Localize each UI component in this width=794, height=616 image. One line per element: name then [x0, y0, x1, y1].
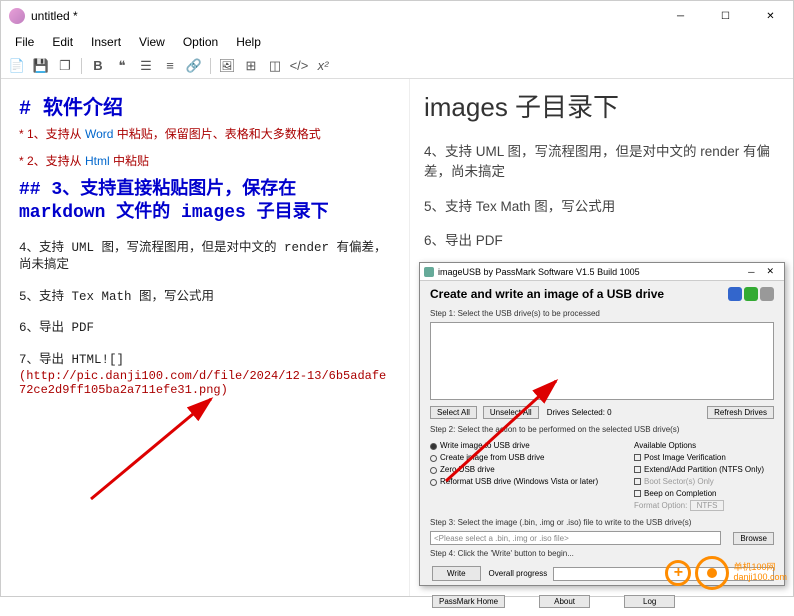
- editor-p5: 5、支持 Tex Math 图，写公式用: [19, 289, 391, 307]
- watermark-text-bottom: danji100.com: [733, 573, 787, 583]
- format-option: Format Option: NTFS: [634, 500, 774, 512]
- menu-file[interactable]: File: [7, 33, 42, 51]
- menu-view[interactable]: View: [131, 33, 173, 51]
- radio-zero[interactable]: Zero USB drive: [430, 464, 626, 476]
- close-button[interactable]: ✕: [748, 1, 793, 31]
- available-options-label: Available Options: [634, 440, 774, 452]
- overall-progress-label: Overall progress: [489, 569, 548, 578]
- arrow-left: [81, 389, 231, 509]
- step3-label: Step 3: Select the image (.bin, .img or …: [420, 516, 784, 529]
- editor-p7: 7、导出 HTML![]: [19, 352, 391, 370]
- window-title: untitled *: [31, 9, 78, 23]
- dialog-title: imageUSB by PassMark Software V1.5 Build…: [438, 267, 640, 277]
- usb-icon: [728, 287, 742, 301]
- editor-link: (http://pic.danji100.com/d/file/2024/12-…: [19, 369, 391, 397]
- radio-create[interactable]: Create image from USB drive: [430, 452, 626, 464]
- imageusb-dialog: imageUSB by PassMark Software V1.5 Build…: [419, 262, 785, 586]
- menu-insert[interactable]: Insert: [83, 33, 129, 51]
- image-icon[interactable]: 🖼: [217, 56, 237, 76]
- code-icon[interactable]: </>: [289, 56, 309, 76]
- editor-line1: * 1、支持从 Word 中粘贴，保留图片、表格和大多数格式: [19, 125, 391, 142]
- preview-p4: 4、支持 UML 图，写流程图用，但是对中文的 render 有偏差，尚未搞定: [424, 142, 779, 183]
- link-icon[interactable]: 🔗: [184, 56, 204, 76]
- preview-p6: 6、导出 PDF: [424, 231, 779, 251]
- editor-h2: ## 3、支持直接粘贴图片，保存在 markdown 文件的 images 子目…: [19, 179, 391, 226]
- dialog-header: Create and write an image of a USB drive: [420, 281, 784, 307]
- numlist-icon[interactable]: ≡: [160, 56, 180, 76]
- list-icon[interactable]: ☰: [136, 56, 156, 76]
- new-icon[interactable]: 📄: [7, 56, 27, 76]
- math-icon[interactable]: x²: [313, 56, 333, 76]
- dialog-app-icon: [424, 267, 434, 277]
- step2-label: Step 2: Select the action to be performe…: [420, 423, 784, 436]
- app-icon: [9, 8, 25, 24]
- menu-edit[interactable]: Edit: [44, 33, 81, 51]
- editor-p4: 4、支持 UML 图，写流程图用，但是对中文的 render 有偏差，尚未搞定: [19, 240, 391, 275]
- dialog-minimize[interactable]: ─: [742, 267, 760, 277]
- editor-h1: # 软件介绍: [19, 91, 391, 121]
- menu-bar: File Edit Insert View Option Help: [1, 31, 793, 53]
- watermark: + 单机100网 danji100.com: [665, 556, 787, 590]
- chart-icon[interactable]: ◫: [265, 56, 285, 76]
- minimize-button[interactable]: ─: [658, 1, 703, 31]
- preview-title: images 子目录下: [424, 87, 779, 124]
- quote-icon[interactable]: ❝: [112, 56, 132, 76]
- editor-p6: 6、导出 PDF: [19, 320, 391, 338]
- check-beep[interactable]: Beep on Completion: [634, 488, 774, 500]
- refresh-icon: [744, 287, 758, 301]
- watermark-icon: [695, 556, 729, 590]
- unselect-all-button[interactable]: Unselect All: [483, 406, 539, 419]
- browse-button[interactable]: Browse: [733, 532, 774, 545]
- check-verify[interactable]: Post Image Verification: [634, 452, 774, 464]
- radio-reformat[interactable]: Reformat USB drive (Windows Vista or lat…: [430, 476, 626, 488]
- check-extend[interactable]: Extend/Add Partition (NTFS Only): [634, 464, 774, 476]
- title-bar: untitled * ─ ☐ ✕: [1, 1, 793, 31]
- bold-icon[interactable]: B: [88, 56, 108, 76]
- image-path-input[interactable]: <Please select a .bin, .img or .iso file…: [430, 531, 721, 545]
- editor-line2: * 2、支持从 Html 中粘贴: [19, 152, 391, 169]
- toolbar: 📄 💾 ❐ B ❝ ☰ ≡ 🔗 🖼 ⊞ ◫ </> x²: [1, 53, 793, 79]
- drive-icon: [760, 287, 774, 301]
- editor-pane[interactable]: # 软件介绍 * 1、支持从 Word 中粘贴，保留图片、表格和大多数格式 * …: [1, 79, 409, 596]
- window-controls: ─ ☐ ✕: [658, 1, 793, 31]
- write-button[interactable]: Write: [432, 566, 481, 581]
- select-all-button[interactable]: Select All: [430, 406, 477, 419]
- drive-list[interactable]: [430, 322, 774, 400]
- radio-write[interactable]: Write image to USB drive: [430, 440, 626, 452]
- dialog-heading: Create and write an image of a USB drive: [430, 287, 664, 301]
- dialog-title-bar: imageUSB by PassMark Software V1.5 Build…: [420, 263, 784, 281]
- check-boot[interactable]: Boot Sector(s) Only: [634, 476, 774, 488]
- menu-help[interactable]: Help: [228, 33, 269, 51]
- preview-p5: 5、支持 Tex Math 图，写公式用: [424, 197, 779, 217]
- refresh-drives-button[interactable]: Refresh Drives: [707, 406, 774, 419]
- dialog-close[interactable]: ✕: [760, 266, 780, 277]
- maximize-button[interactable]: ☐: [703, 1, 748, 31]
- save-icon[interactable]: 💾: [31, 56, 51, 76]
- copy-icon[interactable]: ❐: [55, 56, 75, 76]
- table-icon[interactable]: ⊞: [241, 56, 261, 76]
- menu-option[interactable]: Option: [175, 33, 226, 51]
- drives-selected-label: Drives Selected: 0: [547, 408, 612, 417]
- step1-label: Step 1: Select the USB drive(s) to be pr…: [420, 307, 784, 320]
